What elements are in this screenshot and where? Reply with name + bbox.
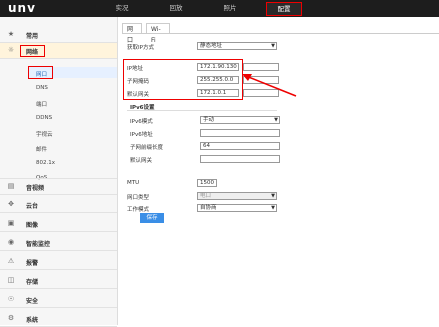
chevron-down-icon: ▼ [271,205,275,211]
globe-icon: ☼ [7,46,15,54]
chevron-down-icon: ▼ [271,193,275,199]
ip-mode-select[interactable]: 静态地址 ▼ [197,42,277,50]
ipv6-gateway-input[interactable] [200,155,280,163]
ip-mode-label: 获取IP方式 [127,45,154,51]
sidebar-item-common[interactable]: ★ 常用 [0,27,117,43]
ptz-icon: ✥ [8,200,14,208]
sidebar-sub-ports[interactable]: 端口 [36,100,47,108]
save-button[interactable]: 保存 [140,213,164,223]
sidebar-item-security[interactable]: ☉ 安全 [0,292,117,308]
port-type-value: 电口 [200,193,212,199]
gateway-label: 默认网关 [127,92,150,98]
sidebar-item-label: 云台 [26,203,39,210]
sidebar-sub-8021x[interactable]: 802.1x [36,160,55,166]
ipv6-mode-label: IPv6模式 [130,119,153,125]
port-type-select: 电口 ▼ [197,192,277,200]
nav-photo[interactable]: 照片 [215,0,245,17]
sidebar-item-label: 智能监控 [26,241,51,248]
film-icon: ▤ [7,182,15,190]
ipv6-address-input[interactable] [200,129,280,137]
sidebar-item-storage[interactable]: ◫ 存储 [0,273,117,289]
work-mode-select[interactable]: 自协商 ▼ [197,204,277,212]
sidebar-item-label: 安全 [26,298,39,305]
subnet-mask-label: 子网掩码 [127,79,150,85]
ip-address-input[interactable]: 172.1.90.130 [197,63,239,71]
prefix-length-input[interactable]: 64 [200,142,280,150]
nav-live[interactable]: 实况 [107,0,137,17]
sidebar-item-ptz[interactable]: ✥ 云台 [0,197,117,213]
sidebar-item-smart[interactable]: ◉ 智能监控 [0,235,117,251]
sidebar-item-label: 图像 [26,222,39,229]
sidebar-sub-email[interactable]: 邮件 [36,145,47,153]
ip-mode-value: 静态地址 [200,43,223,49]
sidebar-item-label: 常用 [26,33,39,40]
port-type-label: 网口类型 [127,195,150,201]
sidebar: ★ 常用 ☼ 网络 网口 DNS 端口 DDNS 宇视云 邮件 802.1x Q… [0,17,118,327]
ipv6-address-label: IPv6地址 [130,132,153,138]
sidebar-item-label: 系统 [26,317,39,324]
sidebar-item-label: 报警 [26,260,39,267]
red-arrow-icon [242,74,297,97]
sidebar-item-image[interactable]: ▣ 图像 [0,216,117,232]
highlight-box-port [28,66,53,79]
ipv6-mode-select[interactable]: 手动 ▼ [200,116,280,124]
prefix-length-label: 子网前缀长度 [130,145,164,151]
work-mode-value: 自协商 [200,205,217,211]
sidebar-sub-ddns[interactable]: DDNS [36,115,52,121]
sidebar-sub-dns[interactable]: DNS [36,85,48,91]
mtu-input[interactable]: 1500 [197,179,217,187]
star-icon: ★ [7,30,15,38]
nav-playback[interactable]: 回放 [161,0,191,17]
system-icon: ⚙ [7,314,15,322]
gateway-input[interactable]: 172.1.0.1 [197,89,239,97]
alarm-icon: ⚠ [7,257,15,265]
sidebar-item-label: 存储 [26,279,39,286]
nav-setup[interactable]: 配置 [266,2,302,16]
brand-logo: unv [8,1,36,15]
ip-address-label: IP地址 [127,66,143,72]
image-icon: ▣ [7,219,15,227]
storage-icon: ◫ [7,276,15,284]
top-bar: unv 实况 回放 照片 配置 [0,0,439,17]
eye-icon: ◉ [7,238,15,246]
sidebar-item-network[interactable]: ☼ 网络 [0,43,117,59]
highlight-box-network [20,45,45,57]
ipv6-mode-value: 手动 [203,117,215,123]
sidebar-item-av[interactable]: ▤ 音视频 [0,178,117,195]
shield-icon: ☉ [7,295,15,303]
section-divider [127,110,277,111]
sidebar-sub-cloud[interactable]: 宇视云 [36,130,53,138]
subnet-mask-input[interactable]: 255.255.0.0 [197,76,239,84]
ipv6-gateway-label: 默认网关 [130,158,153,164]
tab-divider [122,33,439,34]
mtu-label: MTU [127,180,140,186]
chevron-down-icon: ▼ [274,117,278,123]
work-mode-label: 工作模式 [127,207,150,213]
sidebar-item-label: 音视频 [26,185,45,192]
chevron-down-icon: ▼ [271,43,275,49]
sidebar-item-alarm[interactable]: ⚠ 报警 [0,254,117,270]
